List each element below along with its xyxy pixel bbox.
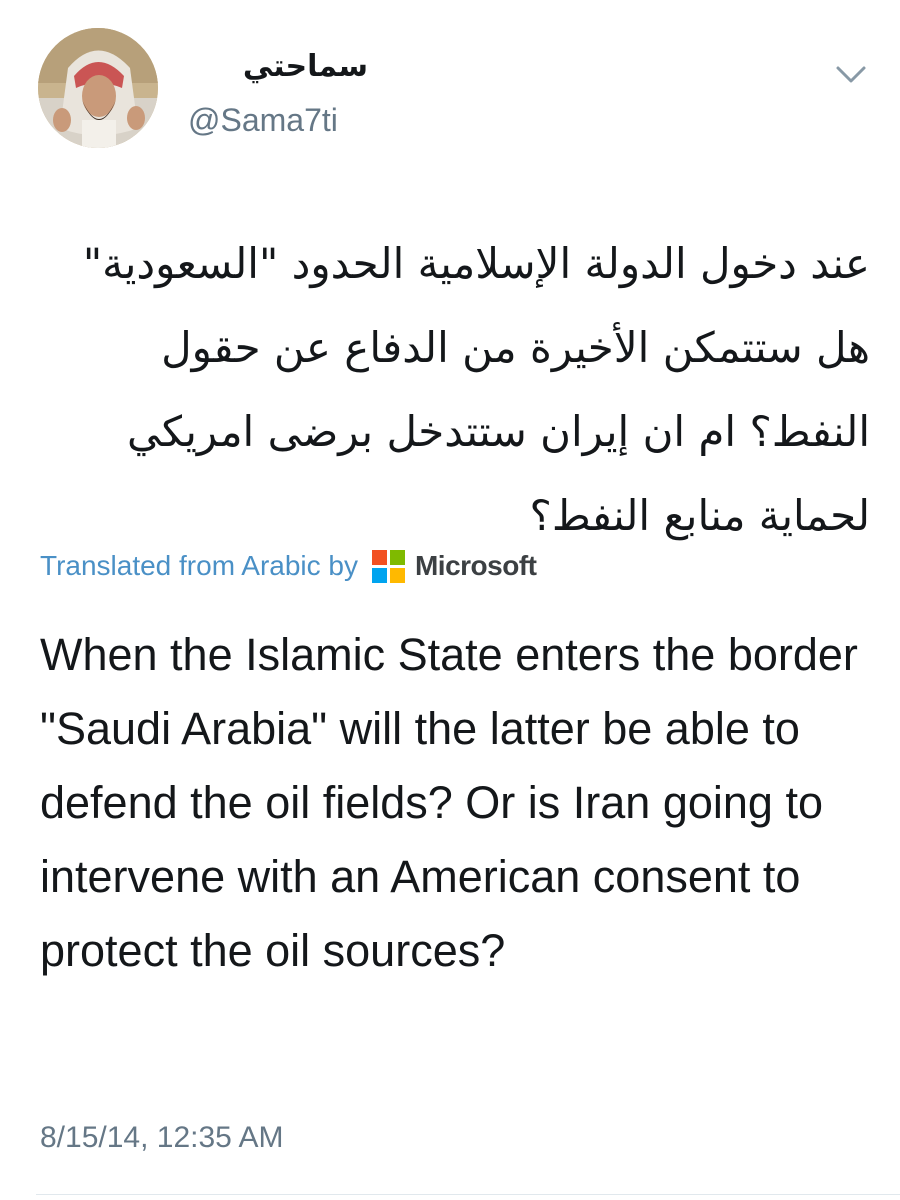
tweet: سماحتي @Sama7ti عند دخول الدولة الإسلامي…	[0, 0, 900, 1200]
divider	[36, 1194, 900, 1195]
translation-provider: Microsoft	[414, 550, 537, 581]
chevron-down-icon[interactable]	[834, 62, 868, 88]
translation-attribution[interactable]: Translated from Arabic by Microsoft	[40, 544, 537, 588]
microsoft-logo-icon	[371, 549, 405, 583]
avatar[interactable]	[38, 28, 158, 148]
tweet-text-arabic: عند دخول الدولة الإسلامية الحدود "السعود…	[82, 239, 870, 540]
tweet-text-translated: When the Islamic State enters the border…	[40, 629, 858, 976]
user-handle[interactable]: @Sama7ti	[188, 100, 338, 140]
tweet-timestamp[interactable]: 8/15/14, 12:35 AM	[40, 1118, 284, 1158]
translation-label[interactable]: Translated from Arabic by	[40, 550, 358, 582]
display-name[interactable]: سماحتي	[188, 50, 368, 84]
avatar-photo	[38, 28, 158, 148]
